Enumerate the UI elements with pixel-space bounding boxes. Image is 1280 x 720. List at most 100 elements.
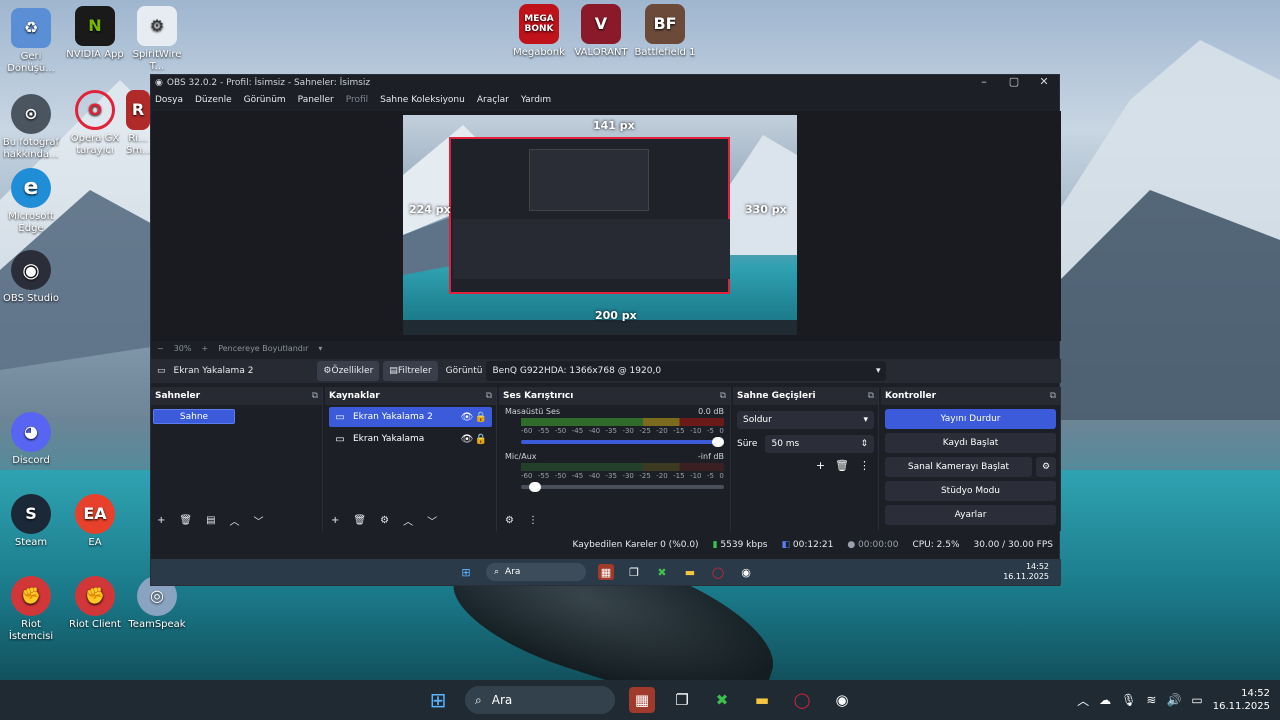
desktop-icon-riot-istemcisi[interactable]: ✊ Riot İstemcisi xyxy=(0,576,62,643)
preview-area[interactable]: 141 px 224 px 330 px 200 px xyxy=(151,111,1061,341)
bitrate: ▮ 5539 kbps xyxy=(712,540,768,550)
zoom-out-button[interactable]: − xyxy=(157,344,164,353)
eye-icon[interactable]: 👁 xyxy=(460,434,474,445)
desktop-icon-obs[interactable]: ◉ OBS Studio xyxy=(0,250,62,305)
desktop-icon-megabonk[interactable]: MEGA BONK Megabonk xyxy=(508,4,570,59)
battery-icon[interactable]: ▭ xyxy=(1191,693,1202,707)
source-item[interactable]: ▭ Ekran Yakalama 👁 🔒 xyxy=(329,429,492,449)
desktop-icon-nvidia[interactable]: N NVIDIA App xyxy=(64,6,126,61)
menu-araclar[interactable]: Araçlar xyxy=(477,95,509,105)
maximize-icon[interactable]: ▢ xyxy=(999,75,1029,89)
obs-titlebar[interactable]: ◉ OBS 32.0.2 - Profil: İsimsiz - Sahnele… xyxy=(151,75,1059,91)
add-icon[interactable]: + xyxy=(331,515,339,526)
gear-icon[interactable]: ⚙ xyxy=(1036,457,1056,477)
desktop-icon-valorant[interactable]: V VALORANT xyxy=(570,4,632,59)
desktop-icon-opera-gx[interactable]: O Opera GX tarayıcı xyxy=(64,90,126,157)
desktop-icon-edge[interactable]: e Microsoft Edge xyxy=(0,168,62,235)
scene-item[interactable]: Sahne xyxy=(153,409,235,424)
mic-volume-slider[interactable] xyxy=(521,482,724,492)
transition-select[interactable]: Soldur ▾ xyxy=(737,411,874,429)
move-down-icon[interactable]: ﹀ xyxy=(427,513,437,528)
lock-icon[interactable]: 🔒 xyxy=(474,434,488,445)
chevron-down-icon[interactable]: ▾ xyxy=(318,344,322,353)
volume-icon[interactable]: 🔊 xyxy=(1166,693,1181,707)
duration-input[interactable]: 50 ms ⇕ xyxy=(765,435,874,453)
menu-gorunum[interactable]: Görünüm xyxy=(244,95,286,105)
dropped-frames: Kaybedilen Kareler 0 (%0.0) xyxy=(572,540,699,550)
file-explorer-icon[interactable]: ▬ xyxy=(749,687,775,713)
megabonk-taskbar-icon[interactable]: ▦ xyxy=(629,687,655,713)
gear-icon[interactable]: ⚙ xyxy=(380,515,389,526)
capture-source-selection[interactable] xyxy=(449,137,730,294)
move-up-icon[interactable]: ︿ xyxy=(230,513,240,528)
start-button[interactable]: ⊞ xyxy=(425,687,451,713)
meter-scale: -60 -55 -50 -45 -40 -35 -30 -25 -20 -15 -10 -5 0 xyxy=(521,472,724,480)
desktop-icon-riot-partial[interactable]: R Ri... Sm... xyxy=(126,90,150,157)
move-down-icon[interactable]: ﹀ xyxy=(254,513,264,528)
desktop-icon-ea[interactable]: EA EA xyxy=(64,494,126,549)
display-select[interactable]: BenQ G922HDA: 1366x768 @ 1920,0 ▾ xyxy=(486,361,887,381)
settings-button[interactable]: Ayarlar xyxy=(885,505,1056,525)
menu-dosya[interactable]: Dosya xyxy=(155,95,183,105)
slider-handle[interactable] xyxy=(712,437,724,447)
captured-clock: 14:52 16.11.2025 xyxy=(1003,562,1049,581)
start-virtual-camera-button[interactable]: Sanal Kamerayı Başlat xyxy=(885,457,1032,477)
undock-icon[interactable]: ⧉ xyxy=(486,391,492,401)
desktop-icon-recycle-bin[interactable]: ♻ Geri Dönüşü... xyxy=(0,8,62,75)
audio-settings-icon[interactable]: ⚙ xyxy=(505,515,514,526)
clock[interactable]: 14:52 16.11.2025 xyxy=(1213,687,1270,713)
riot-client-icon: ✊ xyxy=(75,576,115,616)
menu-yardim[interactable]: Yardım xyxy=(521,95,551,105)
unlock-icon[interactable]: 🔒 xyxy=(474,412,488,423)
wifi-icon[interactable]: ≋ xyxy=(1146,693,1156,707)
obs-taskbar-icon[interactable]: ◉ xyxy=(829,687,855,713)
desktop-icon-steam[interactable]: S Steam xyxy=(0,494,62,549)
start-recording-button[interactable]: Kaydı Başlat xyxy=(885,433,1056,453)
onedrive-icon[interactable]: ☁ xyxy=(1099,693,1111,707)
spinner-icon[interactable]: ⇕ xyxy=(860,439,868,449)
source-item[interactable]: ▭ Ekran Yakalama 2 👁 🔒 xyxy=(329,407,492,427)
record-icon: ● xyxy=(847,540,856,550)
desktop-icon-riot-client[interactable]: ✊ Riot Client xyxy=(64,576,126,631)
xbox-icon[interactable]: ✖ xyxy=(709,687,735,713)
desktop-icon-battlefield[interactable]: BF Battlefield 1 xyxy=(634,4,696,59)
volume-slider[interactable] xyxy=(521,437,724,447)
add-icon[interactable]: + xyxy=(816,459,825,472)
fps: 30.00 / 30.00 FPS xyxy=(973,540,1053,550)
desktop-icon-discord[interactable]: ◕ Discord xyxy=(0,412,62,467)
properties-button[interactable]: ⚙ Özellikler xyxy=(317,361,380,381)
taskbar-search[interactable]: ⌕ Ara xyxy=(465,686,615,714)
opera-gx-taskbar-icon[interactable]: ◯ xyxy=(789,687,815,713)
desktop-icon-photo-info[interactable]: ⊙ Bu fotoğraf hakkında... xyxy=(0,94,62,161)
task-view-icon[interactable]: ❐ xyxy=(669,687,695,713)
undock-icon[interactable]: ⧉ xyxy=(1050,391,1056,401)
slider-handle[interactable] xyxy=(529,482,541,492)
menu-sahne-koleksiyonu[interactable]: Sahne Koleksiyonu xyxy=(380,95,465,105)
preview-canvas[interactable]: 141 px 224 px 330 px 200 px xyxy=(403,115,797,335)
eye-icon[interactable]: 👁 xyxy=(460,412,474,423)
undock-icon[interactable]: ⧉ xyxy=(868,391,874,401)
trash-icon[interactable]: 🗑 xyxy=(353,515,366,526)
undock-icon[interactable]: ⧉ xyxy=(720,391,726,401)
more-options-icon[interactable]: ⋮ xyxy=(528,515,538,526)
more-options-icon[interactable]: ⋮ xyxy=(859,459,870,472)
studio-mode-button[interactable]: Stüdyo Modu xyxy=(885,481,1056,501)
menu-paneller[interactable]: Paneller xyxy=(298,95,334,105)
undock-icon[interactable]: ⧉ xyxy=(312,391,318,401)
menu-profil[interactable]: Profil xyxy=(346,95,368,105)
fit-to-window-button[interactable]: Pencereye Boyutlandır xyxy=(218,344,308,353)
minimize-icon[interactable]: – xyxy=(969,75,999,89)
desktop-icon-spiritwire[interactable]: ⚙ SpiritWire T... xyxy=(126,6,188,73)
trash-icon[interactable]: 🗑 xyxy=(835,459,849,472)
filters-button[interactable]: ▤ Filtreler xyxy=(383,361,438,381)
trash-icon[interactable]: 🗑 xyxy=(179,515,192,526)
move-up-icon[interactable]: ︿ xyxy=(403,513,413,528)
menu-duzenle[interactable]: Düzenle xyxy=(195,95,232,105)
add-icon[interactable]: + xyxy=(157,515,165,526)
close-icon[interactable]: ✕ xyxy=(1029,75,1059,89)
zoom-in-button[interactable]: + xyxy=(201,344,208,353)
microphone-icon[interactable]: 🎙 xyxy=(1121,693,1136,707)
stop-streaming-button[interactable]: Yayını Durdur xyxy=(885,409,1056,429)
filter-icon[interactable]: ▤ xyxy=(206,515,215,526)
chevron-up-icon[interactable]: ︿ xyxy=(1077,692,1089,709)
